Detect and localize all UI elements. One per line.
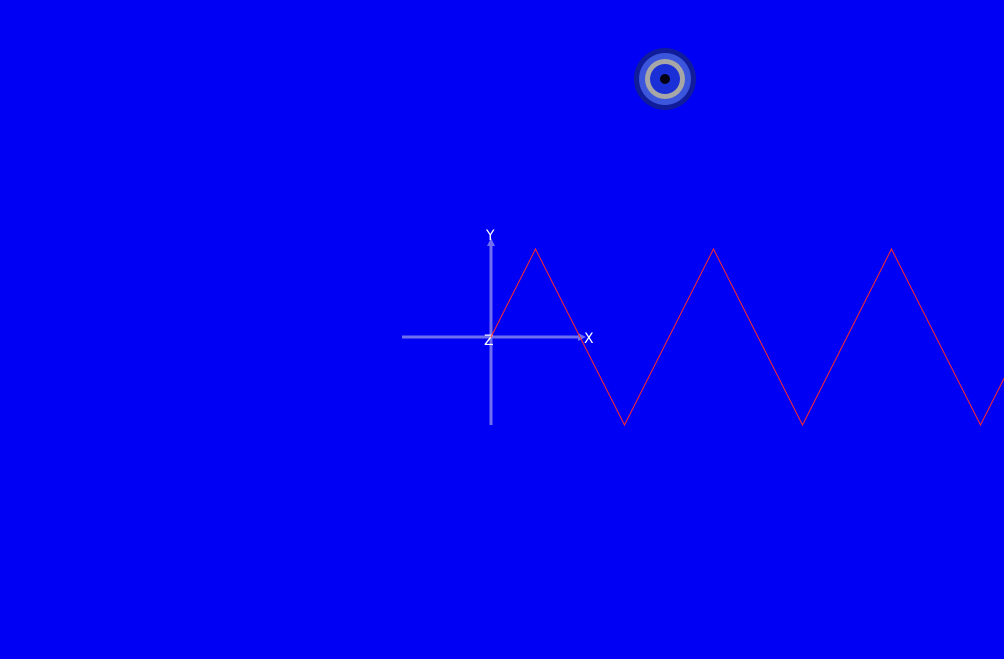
wave-point: [535, 249, 536, 250]
wave-point: [891, 249, 892, 250]
3d-scene-canvas: X Y Z: [0, 0, 1004, 655]
wave-point: [980, 425, 981, 426]
y-axis-label: Y: [485, 228, 495, 244]
target-button[interactable]: [634, 48, 696, 110]
x-axis-label: X: [584, 331, 594, 347]
target-icon-dot: [660, 74, 670, 84]
wave-point: [491, 337, 492, 338]
wave-point: [624, 425, 625, 426]
axes-gizmo: X Y Z: [402, 228, 594, 425]
viewport-stage: X Y Z: [0, 0, 1004, 655]
wave-point: [802, 425, 803, 426]
wave-point: [713, 249, 714, 250]
